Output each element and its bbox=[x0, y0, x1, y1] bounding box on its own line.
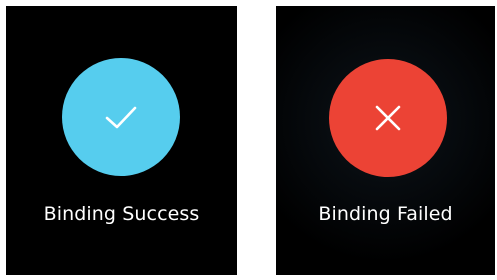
failed-circle bbox=[329, 59, 447, 177]
binding-result-comparison: Binding Success Binding Failed bbox=[0, 0, 497, 280]
failed-screen: Binding Failed bbox=[276, 6, 495, 275]
success-label: Binding Success bbox=[43, 203, 200, 225]
failed-label: Binding Failed bbox=[318, 203, 453, 225]
success-screen: Binding Success bbox=[6, 6, 237, 275]
close-icon bbox=[375, 105, 401, 131]
check-icon bbox=[105, 106, 137, 129]
success-circle bbox=[62, 58, 180, 176]
